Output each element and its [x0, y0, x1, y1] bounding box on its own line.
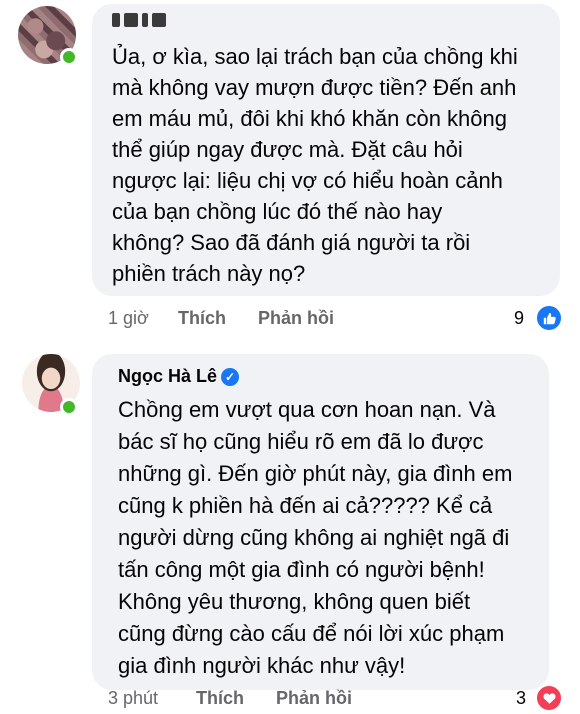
reaction-count[interactable]: 9: [514, 308, 524, 329]
comment-1: Ủa, ơ kìa, sao lại trách bạn của chồng k…: [0, 0, 580, 340]
comment-text-line: ngược lại: liệu chị vợ có hiểu hoàn cảnh: [112, 168, 503, 193]
comment-text-line: thể giúp ngay được mà. Đặt câu hỏi: [112, 137, 463, 162]
comment-timestamp[interactable]: 1 giờ: [108, 308, 149, 329]
comment-text-line: người dừng cũng không ai nghiệt ngã đi: [118, 525, 510, 550]
online-status-icon: [60, 48, 78, 66]
like-icon[interactable]: [535, 304, 563, 332]
online-status-icon: [60, 398, 78, 416]
like-button[interactable]: Thích: [196, 688, 244, 709]
comment-text-line: bác sĩ họ cũng hiểu rõ em đã lo được: [118, 429, 484, 454]
heart-icon[interactable]: [535, 684, 563, 712]
comment-text-line: cũng k phiền hà đến ai cả????? Kể cả: [118, 493, 493, 518]
comment-text-line: mà không vay mượn được tiền? Đến anh: [112, 75, 517, 100]
comment-text-line: không? Sao đã đánh giá người ta rồi: [112, 230, 471, 255]
comment-text-line: những gì. Đến giờ phút này, gia đình em: [118, 461, 513, 486]
comment-text-line: Không yêu thương, không quen biết: [118, 589, 471, 614]
comment-author[interactable]: Ngọc Hà Lê ✓: [118, 366, 240, 387]
comment-text-line: em máu mủ, đôi khi khó khăn còn không: [112, 106, 508, 131]
comment-text-line: gia đình người khác như vậy!: [118, 653, 406, 678]
comment-2: Ngọc Hà Lê ✓ Chồng em vượt qua cơn hoan n…: [0, 340, 580, 714]
author-name-redacted[interactable]: [112, 12, 166, 28]
reaction-count[interactable]: 3: [516, 688, 526, 709]
comment-text-line: cũng đừng cào cấu để nói lời xúc phạm: [118, 621, 505, 646]
reply-button[interactable]: Phản hồi: [276, 688, 352, 709]
comment-text-line: Ủa, ơ kìa, sao lại trách bạn của chồng k…: [112, 44, 518, 69]
like-button[interactable]: Thích: [178, 308, 226, 329]
comment-timestamp[interactable]: 3 phút: [108, 688, 158, 709]
author-name[interactable]: Ngọc Hà Lê: [118, 366, 217, 386]
comment-text-line: phiền trách này nọ?: [112, 261, 306, 286]
verified-badge-icon: ✓: [221, 368, 240, 386]
reply-button[interactable]: Phản hồi: [258, 308, 334, 329]
comment-text-line: của bạn chồng lúc đó thế nào hay: [112, 199, 443, 224]
comment-text-line: tấn công một gia đình có người bệnh!: [118, 557, 485, 582]
comment-text-line: Chồng em vượt qua cơn hoan nạn. Và: [118, 397, 496, 422]
